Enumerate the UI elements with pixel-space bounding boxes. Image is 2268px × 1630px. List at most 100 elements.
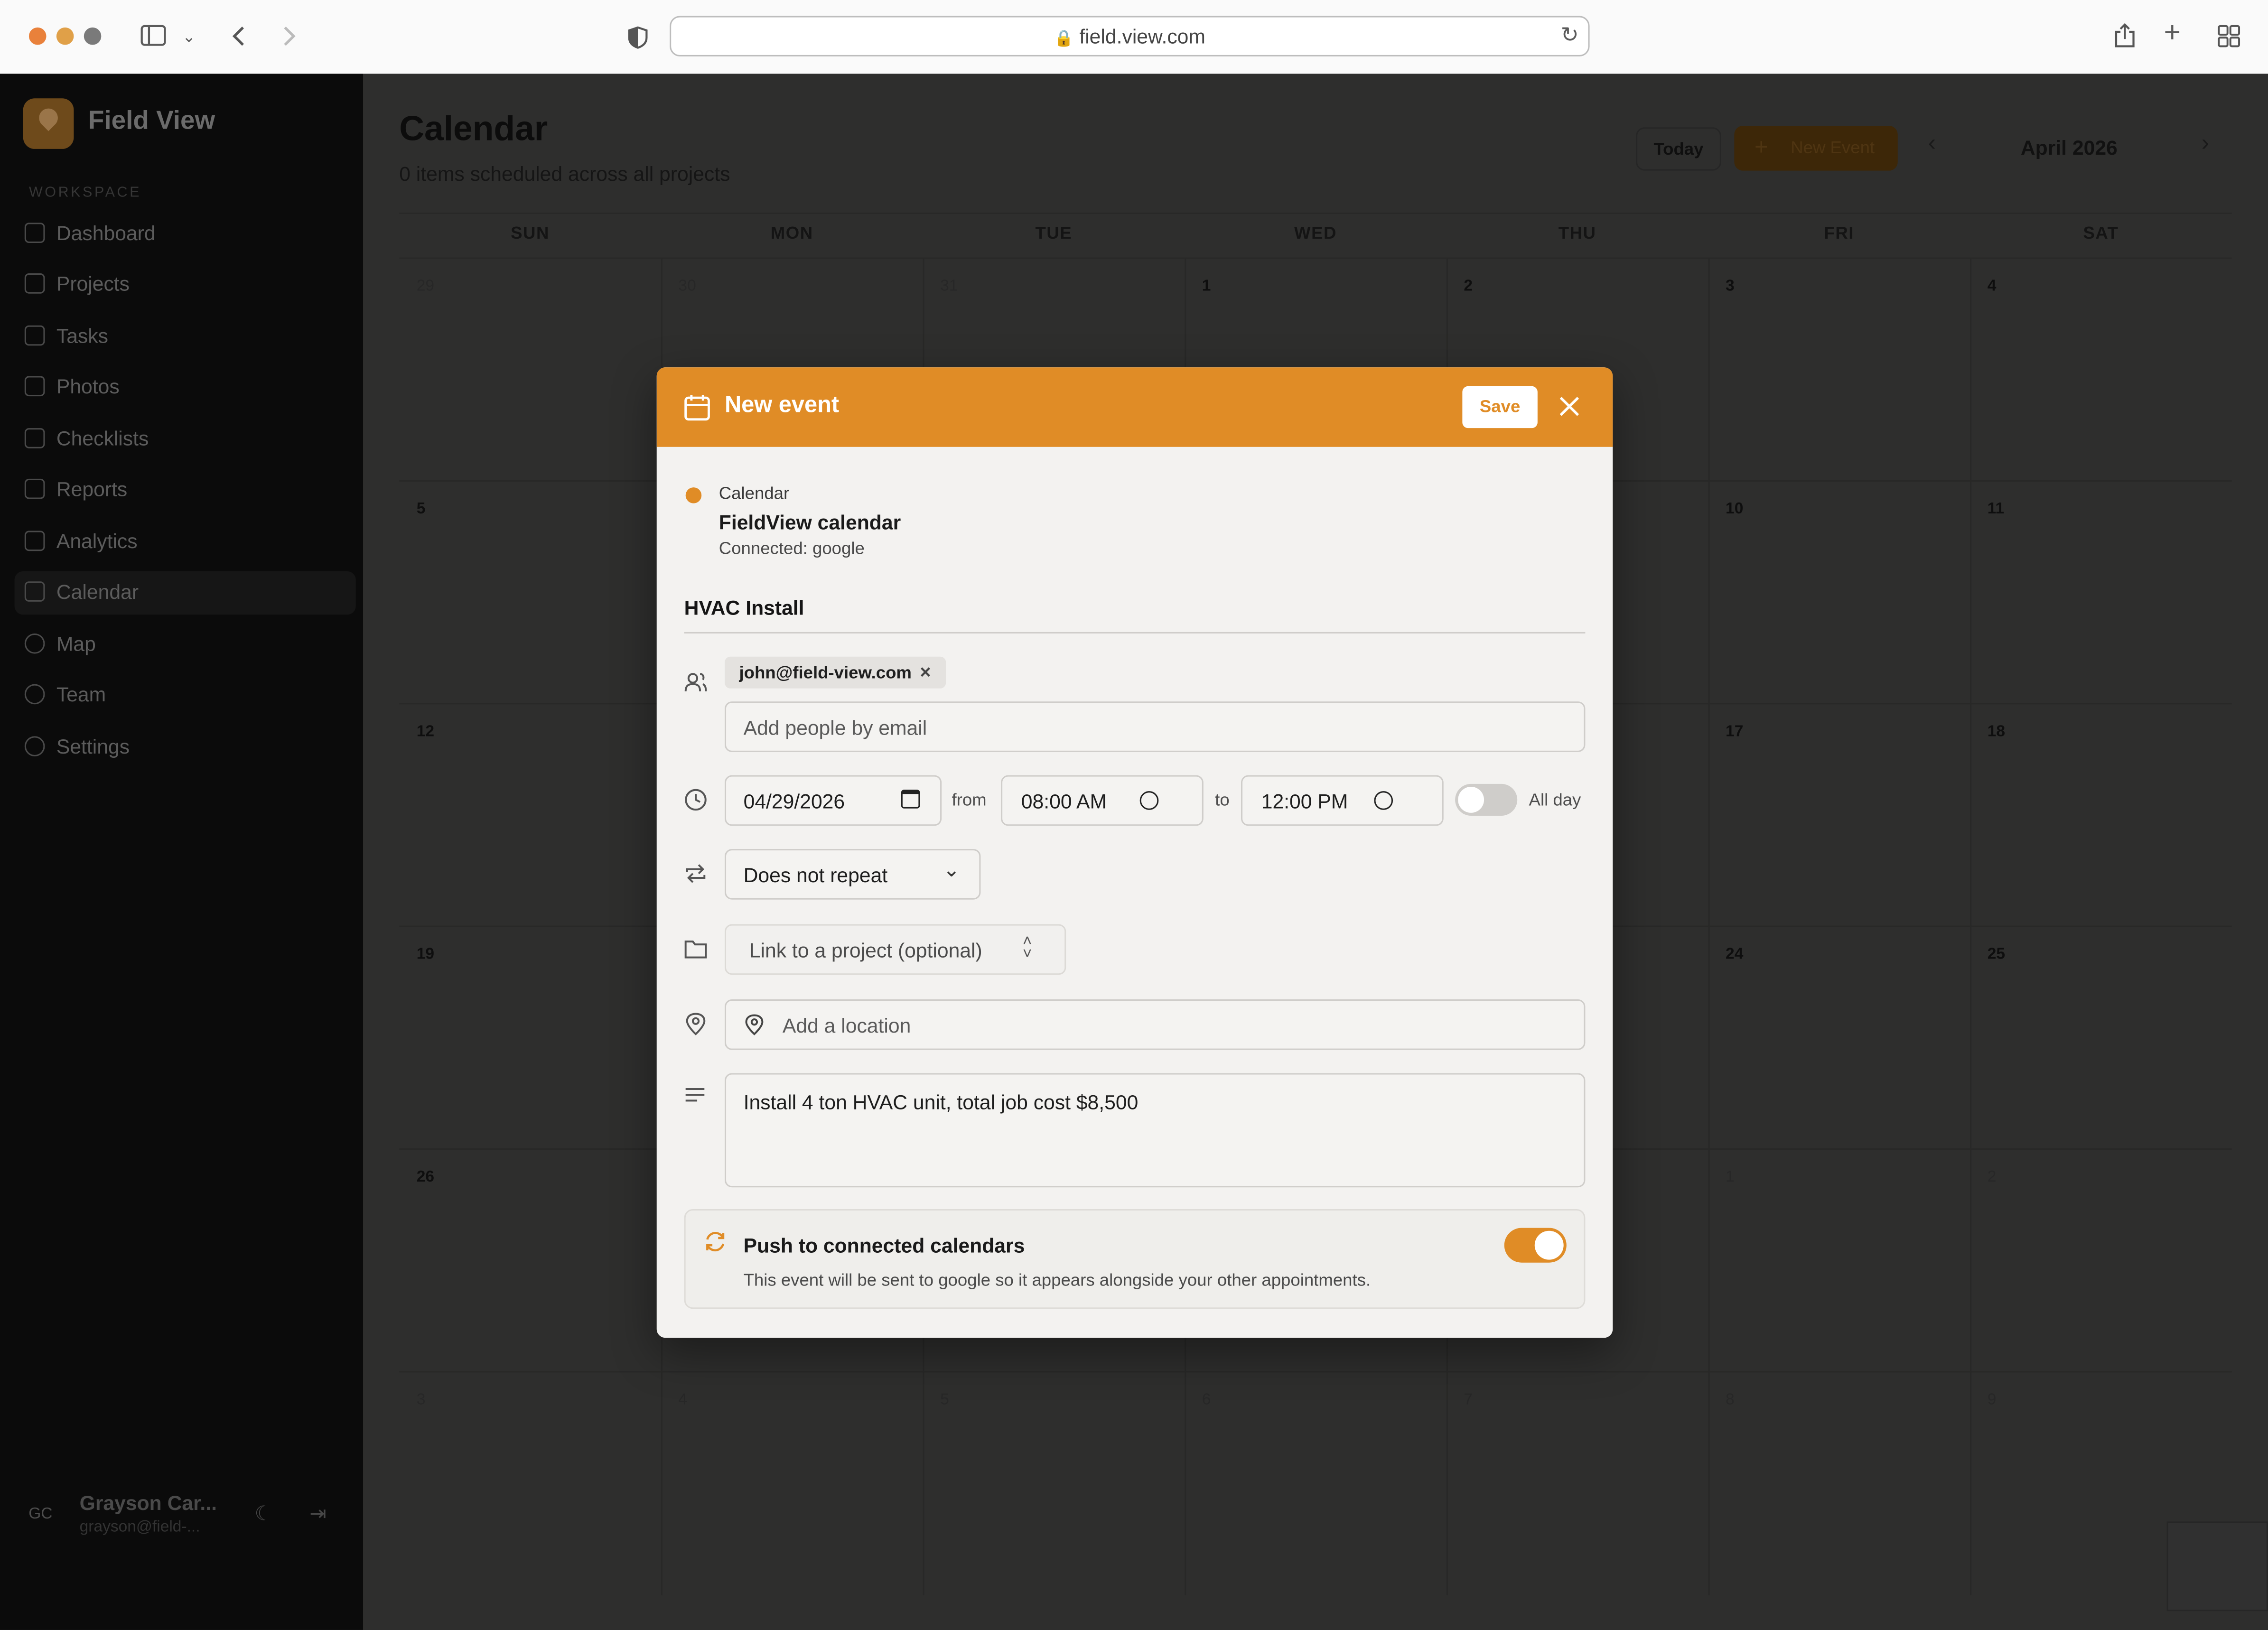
browser-toolbar: ⌄ 🔒 field.view.com ↻ +: [0, 0, 2268, 74]
day-cell[interactable]: 18: [1970, 703, 2232, 925]
sidebar-item-label: Photos: [56, 374, 120, 398]
repeat-select[interactable]: Does not repeat ⌄: [724, 849, 981, 900]
description-textarea[interactable]: Install 4 ton HVAC unit, total job cost …: [724, 1073, 1586, 1188]
location-input[interactable]: Add a location: [724, 999, 1586, 1050]
day-cell[interactable]: 6: [1185, 1371, 1447, 1593]
sidebar-item-settings[interactable]: Settings: [14, 726, 355, 769]
weekday-header: MON: [770, 223, 813, 243]
day-cell[interactable]: 19: [399, 926, 661, 1148]
sidebar-item-analytics[interactable]: Analytics: [14, 521, 355, 564]
day-cell[interactable]: 12: [399, 703, 661, 925]
project-select[interactable]: Link to a project (optional) ˄ ˅: [724, 924, 1066, 975]
new-event-label: New Event: [1791, 137, 1875, 158]
sidebar-item-label: Analytics: [56, 529, 138, 553]
app-frame: ⌄ 🔒 field.view.com ↻ + Field View WORKSP…: [0, 0, 2268, 1630]
day-cell[interactable]: 5: [923, 1371, 1185, 1593]
moon-icon[interactable]: ☾: [254, 1501, 272, 1526]
remove-guest-icon[interactable]: ×: [920, 657, 931, 689]
day-number: 12: [416, 723, 435, 741]
day-cell[interactable]: 2: [1970, 1148, 2232, 1371]
day-cell[interactable]: 25: [1970, 926, 2232, 1148]
calendar-icon: [24, 581, 45, 602]
chevron-down-icon[interactable]: ⌄: [182, 26, 196, 49]
push-to-calendars-panel: Push to connected calendars This event w…: [684, 1209, 1586, 1309]
sidebar-item-checklists[interactable]: Checklists: [14, 418, 355, 461]
sidebar-item-team[interactable]: Team: [14, 674, 355, 717]
previous-month-button[interactable]: ‹: [1928, 131, 1936, 158]
day-cell[interactable]: 8: [1708, 1371, 1970, 1593]
project-placeholder: Link to a project (optional): [749, 939, 982, 962]
users-icon: [684, 673, 707, 691]
today-button[interactable]: Today: [1636, 127, 1721, 171]
address-bar[interactable]: 🔒 field.view.com: [670, 16, 1590, 56]
chevron-updown-icon: ˄ ˅: [1022, 932, 1032, 963]
recaptcha-badge[interactable]: [2166, 1521, 2268, 1611]
add-people-input[interactable]: Add people by email: [724, 701, 1586, 752]
day-number: 4: [678, 1391, 688, 1409]
start-time-input[interactable]: 08:00 AM: [1001, 775, 1204, 826]
end-time-value: 12:00 PM: [1261, 790, 1348, 813]
sidebar-item-map[interactable]: Map: [14, 624, 355, 667]
calendar-picker-icon[interactable]: [901, 790, 920, 809]
event-title-input[interactable]: HVAC Install: [684, 596, 1586, 633]
new-event-dialog: New event Save Calendar FieldView calend…: [656, 367, 1613, 1338]
sidebar-item-dashboard[interactable]: Dashboard: [14, 213, 355, 256]
end-time-input[interactable]: 12:00 PM: [1241, 775, 1444, 826]
push-toggle[interactable]: [1504, 1228, 1567, 1263]
sidebar-toggle-icon[interactable]: [140, 25, 167, 47]
window-zoom-button[interactable]: [84, 27, 102, 45]
new-tab-icon[interactable]: +: [2164, 19, 2181, 48]
day-number: 7: [1464, 1391, 1473, 1409]
day-cell[interactable]: 11: [1970, 480, 2232, 703]
day-cell[interactable]: 4: [1970, 258, 2232, 480]
day-cell[interactable]: 5: [399, 480, 661, 703]
map-pin-icon: [745, 1014, 764, 1035]
day-number: 11: [1987, 500, 2005, 518]
day-cell[interactable]: 3: [399, 1371, 661, 1593]
save-button[interactable]: Save: [1462, 386, 1538, 428]
guest-chip: john@field-view.com ×: [724, 656, 946, 689]
day-cell[interactable]: 7: [1447, 1371, 1708, 1593]
day-cell[interactable]: 10: [1708, 480, 1970, 703]
checklist-icon: [24, 428, 45, 448]
sidebar-item-label: Projects: [56, 271, 130, 295]
date-input[interactable]: 04/29/2026: [724, 775, 942, 826]
reload-icon[interactable]: ↻: [1561, 24, 1579, 48]
all-day-toggle[interactable]: [1455, 783, 1518, 816]
share-icon[interactable]: [2113, 22, 2137, 49]
sidebar-item-label: Reports: [56, 477, 128, 501]
time-picker-icon[interactable]: [1139, 791, 1159, 810]
avatar[interactable]: GC: [20, 1494, 61, 1534]
time-picker-icon[interactable]: [1374, 791, 1393, 810]
new-event-button[interactable]: + New Event: [1734, 126, 1898, 171]
sidebar-item-tasks[interactable]: Tasks: [14, 315, 355, 358]
calendar-name[interactable]: FieldView calendar: [719, 511, 901, 534]
logout-icon[interactable]: ⇥: [309, 1501, 327, 1526]
shield-icon[interactable]: [628, 26, 648, 49]
tab-overview-icon[interactable]: [2217, 25, 2240, 48]
location-placeholder: Add a location: [782, 1014, 911, 1037]
day-cell[interactable]: 4: [661, 1371, 923, 1593]
day-cell[interactable]: 17: [1708, 703, 1970, 925]
forward-arrow-icon[interactable]: [280, 25, 298, 48]
file-icon: [24, 478, 45, 499]
day-cell[interactable]: 26: [399, 1148, 661, 1371]
back-arrow-icon[interactable]: [230, 25, 248, 48]
next-month-button[interactable]: ›: [2202, 131, 2209, 158]
sidebar-item-reports[interactable]: Reports: [14, 468, 355, 512]
day-cell[interactable]: 29: [399, 258, 661, 480]
day-number: 30: [678, 278, 696, 295]
sidebar-item-label: Checklists: [56, 427, 149, 450]
day-cell[interactable]: 24: [1708, 926, 1970, 1148]
all-day-label: All day: [1529, 790, 1581, 810]
day-cell[interactable]: 1: [1708, 1148, 1970, 1371]
sidebar-item-projects[interactable]: Projects: [14, 263, 355, 307]
window-close-button[interactable]: [28, 27, 47, 45]
sidebar-item-calendar[interactable]: Calendar: [14, 571, 356, 615]
workspace-label: WORKSPACE: [28, 185, 142, 201]
window-minimize-button[interactable]: [56, 27, 74, 45]
sidebar-item-photos[interactable]: Photos: [14, 366, 355, 409]
day-number: 10: [1726, 500, 1744, 518]
day-cell[interactable]: 3: [1708, 258, 1970, 480]
close-icon[interactable]: [1559, 396, 1580, 417]
